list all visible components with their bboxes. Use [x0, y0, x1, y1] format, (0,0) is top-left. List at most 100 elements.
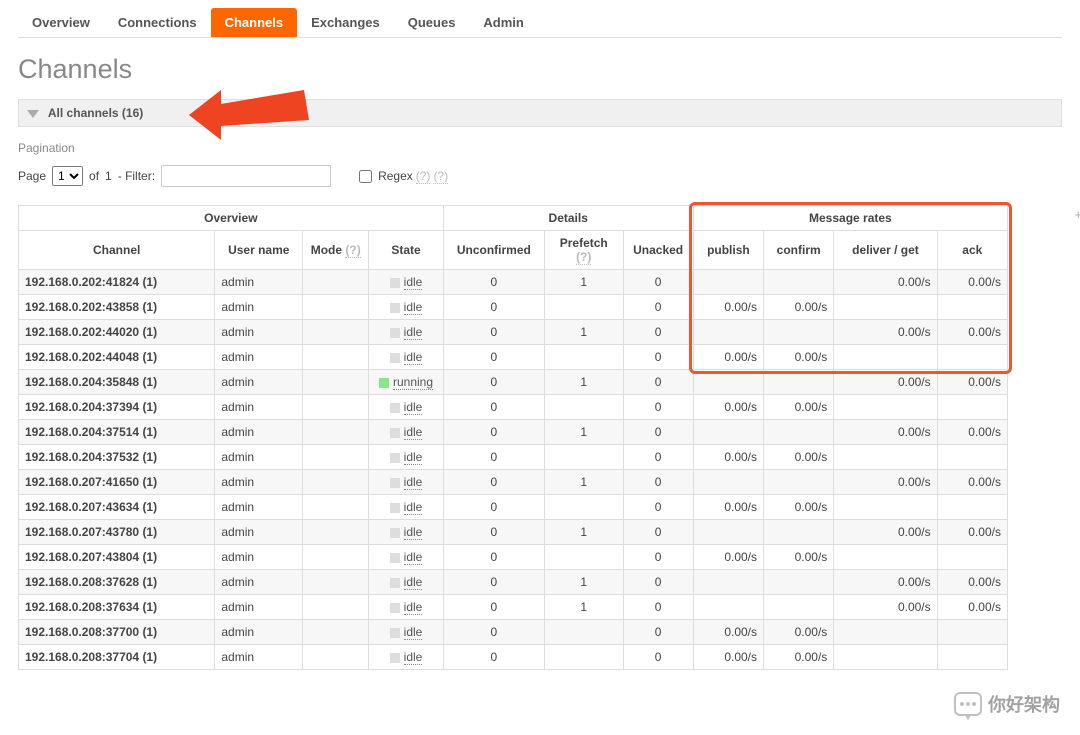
cell-deliver [834, 545, 937, 570]
cell-publish [693, 595, 763, 620]
tab-connections[interactable]: Connections [104, 8, 211, 37]
cell-state: idle [369, 470, 443, 495]
cell-deliver: 0.00/s [834, 320, 937, 345]
page-word: Page [18, 169, 46, 183]
cell-channel[interactable]: 192.168.0.204:37514 (1) [19, 420, 215, 445]
regex-help-icon-2[interactable]: (?) [433, 169, 448, 184]
cell-channel[interactable]: 192.168.0.202:41824 (1) [19, 270, 215, 295]
th-prefetch[interactable]: Prefetch (?) [544, 231, 623, 270]
cell-state: idle [369, 420, 443, 445]
total-pages: 1 [105, 169, 112, 183]
prefetch-help-icon[interactable]: (?) [576, 250, 591, 265]
cell-publish [693, 470, 763, 495]
cell-confirm: 0.00/s [764, 495, 834, 520]
regex-help-icon[interactable]: (?) [416, 169, 431, 184]
cell-deliver [834, 445, 937, 470]
mode-help-icon[interactable]: (?) [345, 243, 360, 258]
cell-prefetch [544, 620, 623, 645]
filter-label: - Filter: [118, 169, 155, 183]
cell-channel[interactable]: 192.168.0.208:37628 (1) [19, 570, 215, 595]
cell-unacked: 0 [623, 645, 693, 670]
cell-ack [937, 645, 1007, 670]
cell-unconfirmed: 0 [443, 345, 544, 370]
cell-ack: 0.00/s [937, 470, 1007, 495]
state-indicator-icon [379, 378, 389, 388]
th-state[interactable]: State [369, 231, 443, 270]
th-ack[interactable]: ack [937, 231, 1007, 270]
th-unacked[interactable]: Unacked [623, 231, 693, 270]
cell-prefetch: 1 [544, 570, 623, 595]
table-row: 192.168.0.207:43634 (1)adminidle000.00/s… [19, 495, 1008, 520]
state-indicator-icon [390, 628, 400, 638]
cell-unacked: 0 [623, 345, 693, 370]
cell-confirm [764, 520, 834, 545]
channels-table: Overview Details Message rates Channel U… [18, 205, 1008, 670]
cell-mode [303, 295, 369, 320]
tab-exchanges[interactable]: Exchanges [297, 8, 394, 37]
filter-input[interactable] [161, 165, 331, 187]
th-user[interactable]: User name [215, 231, 303, 270]
table-row: 192.168.0.208:37704 (1)adminidle000.00/s… [19, 645, 1008, 670]
cell-channel[interactable]: 192.168.0.207:41650 (1) [19, 470, 215, 495]
cell-channel[interactable]: 192.168.0.208:37634 (1) [19, 595, 215, 620]
th-confirm[interactable]: confirm [764, 231, 834, 270]
cell-unconfirmed: 0 [443, 470, 544, 495]
cell-mode [303, 495, 369, 520]
cell-deliver [834, 620, 937, 645]
tab-queues[interactable]: Queues [394, 8, 470, 37]
state-indicator-icon [390, 528, 400, 538]
columns-toggle[interactable]: +/- [1074, 207, 1080, 222]
th-channel[interactable]: Channel [19, 231, 215, 270]
cell-channel[interactable]: 192.168.0.202:44020 (1) [19, 320, 215, 345]
cell-channel[interactable]: 192.168.0.207:43780 (1) [19, 520, 215, 545]
cell-channel[interactable]: 192.168.0.208:37700 (1) [19, 620, 215, 645]
cell-channel[interactable]: 192.168.0.202:44048 (1) [19, 345, 215, 370]
cell-ack: 0.00/s [937, 420, 1007, 445]
cell-prefetch [544, 545, 623, 570]
cell-deliver: 0.00/s [834, 595, 937, 620]
caret-down-icon [27, 110, 39, 118]
cell-publish: 0.00/s [693, 620, 763, 645]
cell-state: idle [369, 320, 443, 345]
cell-mode [303, 445, 369, 470]
cell-channel[interactable]: 192.168.0.204:37532 (1) [19, 445, 215, 470]
cell-ack [937, 545, 1007, 570]
tab-channels[interactable]: Channels [211, 8, 298, 37]
tab-overview[interactable]: Overview [18, 8, 104, 37]
page-select[interactable]: 1 [52, 166, 83, 186]
regex-checkbox[interactable] [359, 170, 372, 183]
of-word: of [89, 169, 99, 183]
cell-mode [303, 395, 369, 420]
cell-prefetch [544, 495, 623, 520]
cell-unconfirmed: 0 [443, 645, 544, 670]
cell-channel[interactable]: 192.168.0.204:35848 (1) [19, 370, 215, 395]
cell-unacked: 0 [623, 420, 693, 445]
cell-confirm: 0.00/s [764, 395, 834, 420]
cell-channel[interactable]: 192.168.0.207:43634 (1) [19, 495, 215, 520]
pagination-row: Page 1 of 1 - Filter: Regex (?)(?) [18, 165, 1062, 187]
cell-state: idle [369, 570, 443, 595]
cell-confirm: 0.00/s [764, 545, 834, 570]
cell-state: idle [369, 495, 443, 520]
cell-prefetch [544, 345, 623, 370]
cell-channel[interactable]: 192.168.0.207:43804 (1) [19, 545, 215, 570]
cell-deliver [834, 395, 937, 420]
cell-mode [303, 645, 369, 670]
cell-confirm: 0.00/s [764, 295, 834, 320]
tab-admin[interactable]: Admin [469, 8, 537, 37]
cell-channel[interactable]: 192.168.0.204:37394 (1) [19, 395, 215, 420]
cell-mode [303, 420, 369, 445]
th-unconfirmed[interactable]: Unconfirmed [443, 231, 544, 270]
cell-prefetch: 1 [544, 320, 623, 345]
all-channels-toggle[interactable]: All channels (16) [18, 99, 1062, 127]
state-indicator-icon [390, 303, 400, 313]
cell-prefetch: 1 [544, 520, 623, 545]
th-mode[interactable]: Mode (?) [303, 231, 369, 270]
cell-unacked: 0 [623, 495, 693, 520]
cell-channel[interactable]: 192.168.0.208:37704 (1) [19, 645, 215, 670]
th-deliver[interactable]: deliver / get [834, 231, 937, 270]
cell-user: admin [215, 420, 303, 445]
table-row: 192.168.0.202:44020 (1)adminidle0100.00/… [19, 320, 1008, 345]
th-publish[interactable]: publish [693, 231, 763, 270]
cell-channel[interactable]: 192.168.0.202:43858 (1) [19, 295, 215, 320]
